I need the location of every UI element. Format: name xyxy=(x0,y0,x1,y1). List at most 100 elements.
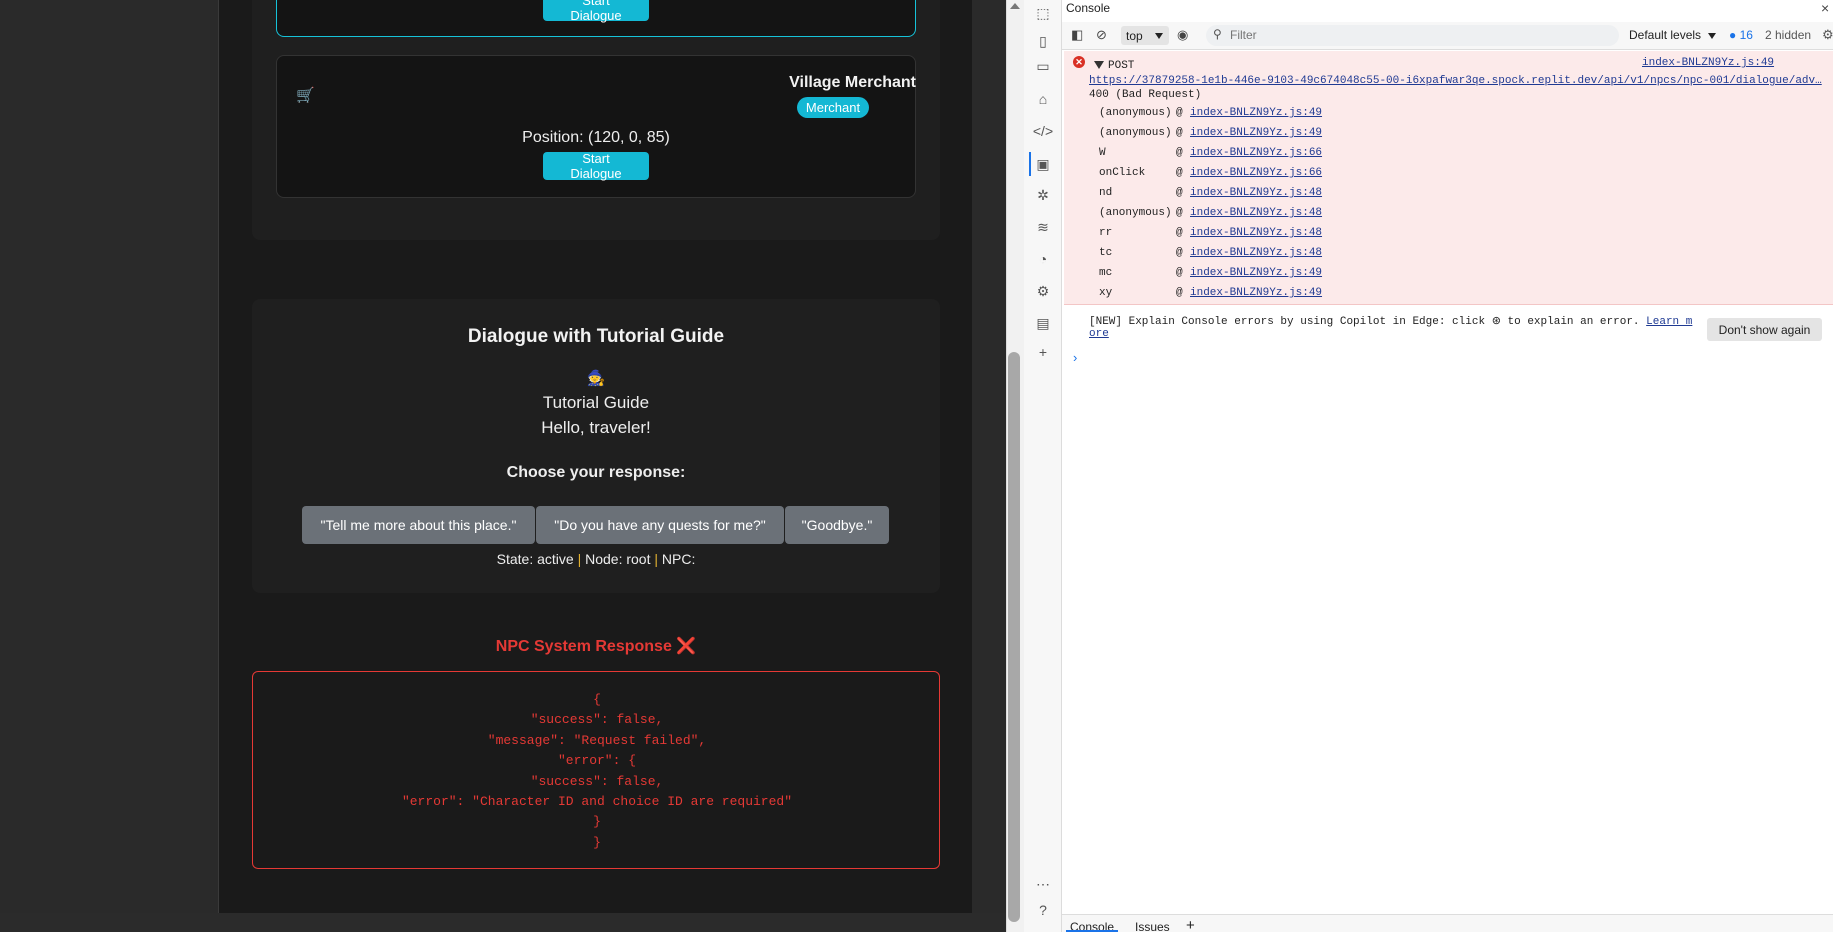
stack-frame-link[interactable]: index-BNLZN9Yz.js:48 xyxy=(1190,207,1322,219)
gear-icon[interactable]: ⚙ xyxy=(1035,283,1051,299)
issues-count: 16 xyxy=(1739,28,1753,42)
dialogue-text: Hello, traveler! xyxy=(541,418,651,437)
scroll-up-arrow-icon[interactable] xyxy=(1010,3,1020,9)
npc-type-badge: Merchant xyxy=(797,97,869,118)
request-url-link[interactable]: https://37879258-1e1b-446e-9103-49c67404… xyxy=(1089,75,1823,87)
context-value: top xyxy=(1126,28,1143,43)
stack-frame-link[interactable]: index-BNLZN9Yz.js:48 xyxy=(1190,187,1322,199)
browser-window-icon[interactable]: ▭ xyxy=(1035,58,1051,74)
stack-frame-link[interactable]: index-BNLZN9Yz.js:66 xyxy=(1190,167,1322,179)
stack-frame-link[interactable]: index-BNLZN9Yz.js:49 xyxy=(1190,267,1322,279)
devtools-activity-bar xyxy=(1024,0,1062,932)
devtools-drawer-tabs xyxy=(1062,914,1833,932)
stack-frame-at: @ xyxy=(1176,267,1183,279)
copilot-icon: ⊛ xyxy=(1491,316,1501,328)
network-wifi-icon[interactable]: ≋ xyxy=(1035,219,1051,235)
log-levels-dropdown[interactable]: Default levels xyxy=(1629,28,1701,42)
stack-frame-name: (anonymous) xyxy=(1099,207,1172,219)
help-icon[interactable]: ? xyxy=(1035,902,1051,918)
stack-frame-link[interactable]: index-BNLZN9Yz.js:48 xyxy=(1190,247,1322,259)
response-button-place[interactable]: "Tell me more about this place." xyxy=(302,506,535,544)
separator: | xyxy=(654,551,659,567)
stack-frame-at: @ xyxy=(1176,147,1183,159)
screen: Start Dialogue 🛒 Village Merchant Mercha… xyxy=(0,0,1833,932)
stack-frame-link[interactable]: index-BNLZN9Yz.js:49 xyxy=(1190,287,1322,299)
system-response-json: { "success": false, "message": "Request … xyxy=(401,692,793,850)
issues-counter[interactable]: ● 16 xyxy=(1729,28,1753,42)
dialogue-npc-name: Tutorial Guide xyxy=(542,393,650,412)
add-tab-icon[interactable]: + xyxy=(1186,917,1195,932)
inspect-element-icon[interactable]: ⬚ xyxy=(1035,5,1051,21)
error-source-link[interactable]: index-BNLZN9Yz.js:49 xyxy=(1642,57,1774,69)
close-icon[interactable]: × xyxy=(1821,0,1829,16)
hidden-messages-count: 2 hidden xyxy=(1765,28,1812,42)
stack-frame-link[interactable]: index-BNLZN9Yz.js:49 xyxy=(1190,127,1322,139)
page-right-gutter xyxy=(972,0,1006,913)
elements-code-icon[interactable]: </> xyxy=(1033,123,1053,139)
state-label: State: active xyxy=(496,551,574,567)
panel-title: Console xyxy=(1066,1,1111,15)
learn-more-link[interactable]: Learn m xyxy=(1646,316,1692,328)
system-response-title: NPC System Response ❌ xyxy=(495,638,697,655)
tab-issues[interactable]: Issues xyxy=(1135,920,1170,932)
copilot-text-after: to explain an error. xyxy=(1507,316,1640,328)
scrollbar-thumb[interactable] xyxy=(1008,352,1020,922)
copilot-text-before: [NEW] Explain Console errors by using Co… xyxy=(1089,316,1486,328)
npc-label: NPC: xyxy=(661,551,696,567)
dont-show-again-button[interactable]: Don't show again xyxy=(1707,318,1822,341)
separator: | xyxy=(577,551,582,567)
system-response-box: { "success": false, "message": "Request … xyxy=(252,671,940,869)
request-method: POST xyxy=(1108,60,1135,72)
console-prompt-icon[interactable]: › xyxy=(1073,350,1077,365)
stack-frame-at: @ xyxy=(1176,187,1183,199)
settings-gear-icon[interactable]: ⚙ xyxy=(1822,27,1833,43)
dialogue-title: Dialogue with Tutorial Guide xyxy=(467,326,725,347)
start-dialogue-button[interactable]: Start Dialogue xyxy=(543,0,649,23)
page-bottom-bar xyxy=(0,913,1006,932)
filter-input[interactable] xyxy=(1230,28,1530,42)
chevron-down-icon xyxy=(1708,33,1716,39)
stack-frame-at: @ xyxy=(1176,287,1183,299)
npc-avatar-icon: 🧙 xyxy=(586,370,606,387)
npc-position: Position: (120, 0, 85) xyxy=(522,129,670,146)
more-tools-icon[interactable]: ⋯ xyxy=(1035,876,1051,892)
stack-frame-at: @ xyxy=(1176,247,1183,259)
application-icon[interactable]: ▤ xyxy=(1035,315,1051,331)
chevron-down-icon xyxy=(1155,33,1163,39)
filter-icon: ⚲ xyxy=(1213,27,1222,41)
learn-more-link-cont[interactable]: ore xyxy=(1089,328,1109,340)
stack-frame-link[interactable]: index-BNLZN9Yz.js:48 xyxy=(1190,227,1322,239)
stack-frame-at: @ xyxy=(1176,127,1183,139)
sidebar-toggle-icon[interactable]: ◧ xyxy=(1071,27,1083,43)
response-button-goodbye[interactable]: "Goodbye." xyxy=(785,506,889,544)
response-button-quests[interactable]: "Do you have any quests for me?" xyxy=(536,506,784,544)
device-emulation-icon[interactable]: ▯ xyxy=(1035,33,1051,49)
stack-frame-name: rr xyxy=(1099,227,1113,239)
add-tool-icon[interactable]: + xyxy=(1035,344,1051,360)
eye-icon[interactable]: ◉ xyxy=(1177,27,1188,43)
expand-triangle-icon[interactable] xyxy=(1094,61,1104,69)
message-icon: ● xyxy=(1729,28,1737,42)
page-left-gutter xyxy=(0,0,219,913)
stack-frame-at: @ xyxy=(1176,227,1183,239)
stack-frame-link[interactable]: index-BNLZN9Yz.js:49 xyxy=(1190,107,1322,119)
start-dialogue-button-merchant[interactable]: Start Dialogue xyxy=(543,151,649,181)
console-icon[interactable]: ▣ xyxy=(1035,156,1051,172)
performance-gauge-icon[interactable]: ◔ xyxy=(1035,251,1051,267)
stack-frame-at: @ xyxy=(1176,107,1183,119)
active-tool-indicator xyxy=(1029,152,1031,176)
node-label: Node: root xyxy=(585,551,651,567)
stack-frame-name: nd xyxy=(1099,187,1113,199)
context-selector[interactable]: top xyxy=(1121,26,1169,45)
stack-frame-link[interactable]: index-BNLZN9Yz.js:66 xyxy=(1190,147,1322,159)
bug-icon[interactable]: ✲ xyxy=(1035,187,1051,203)
error-icon: ✕ xyxy=(1073,56,1085,68)
home-icon[interactable]: ⌂ xyxy=(1035,91,1051,107)
stack-frame-name: W xyxy=(1099,147,1106,159)
stack-frame-name: onClick xyxy=(1099,167,1146,179)
stack-frame-name: (anonymous) xyxy=(1099,107,1172,119)
stack-frame-at: @ xyxy=(1176,207,1183,219)
clear-console-icon[interactable]: ⊘ xyxy=(1096,27,1107,43)
stack-frame-name: xy xyxy=(1099,287,1113,299)
copilot-notice: [NEW] Explain Console errors by using Co… xyxy=(1089,314,1699,340)
